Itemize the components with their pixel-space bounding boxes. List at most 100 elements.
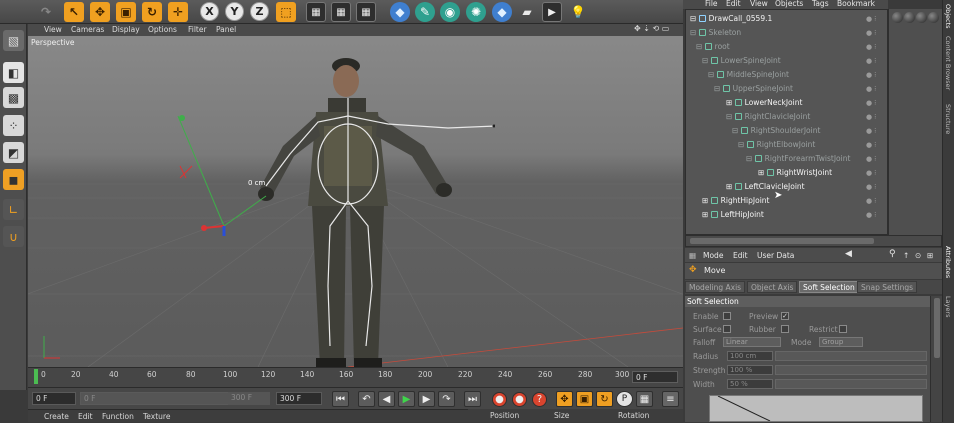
coordinate-system-icon[interactable]: ⬚ (276, 2, 296, 22)
strength-field[interactable]: 100 % (727, 365, 773, 375)
tree-item[interactable]: ⊟ DrawCall_0559.1 (690, 12, 772, 26)
render-picture-viewer-icon[interactable]: ▦ (331, 2, 351, 22)
visibility-dots-column[interactable]: ●⁝ ●⁝ ●⁝ ●⁝ ●⁝ ●⁝ ●⁝ ●⁝ ●⁝ ●⁝ ●⁝ ●⁝ ●⁝ ●⁝ ●⁝ (866, 12, 886, 222)
strength-slider[interactable] (775, 365, 927, 375)
subdivision-surface-icon[interactable]: ◉ (440, 2, 460, 22)
record-active-button[interactable]: ● (492, 392, 507, 407)
tree-item[interactable]: ⊟ RightClavicleJoint (726, 110, 810, 124)
key-pla-button[interactable]: ▦ (636, 391, 653, 407)
redo-icon[interactable]: ↷ (36, 2, 56, 22)
expand-icon[interactable]: ⊞ (702, 210, 711, 219)
tree-item[interactable]: ⊞ RightHipJoint (702, 194, 769, 208)
viewport-nav-icons[interactable]: ✥ ⇣ ⟲ ▭ (634, 24, 669, 33)
y-axis-lock-button[interactable]: Y (225, 2, 244, 21)
obj-menu-bookmark[interactable]: Bookmark (837, 0, 875, 8)
side-tab-content-browser[interactable]: Content Browser (944, 36, 952, 90)
expand-icon[interactable]: ⊟ (708, 70, 717, 79)
width-field[interactable]: 50 % (727, 379, 773, 389)
tree-item[interactable]: ⊞ LowerNeckJoint (726, 96, 802, 110)
character-model[interactable] (258, 58, 452, 367)
up-arrow-icon[interactable]: ↑ (903, 251, 909, 260)
x-axis-lock-button[interactable]: X (200, 2, 219, 21)
timeline-menu-button[interactable]: ≡ (662, 391, 679, 407)
obj-menu-view[interactable]: View (750, 0, 768, 8)
array-generator-icon[interactable]: ✺ (466, 2, 486, 22)
tab-object-axis[interactable]: Object Axis (747, 281, 798, 293)
model-mode-icon[interactable]: ◧ (3, 62, 24, 83)
key-rotation-button[interactable]: ↻ (596, 391, 613, 407)
rotate-tool-icon[interactable]: ↻ (142, 2, 162, 22)
side-tab-layers[interactable]: Layers (944, 296, 952, 318)
axis-mode-icon[interactable]: ∟ (3, 199, 24, 220)
viewport-menu-filter[interactable]: Filter (188, 25, 207, 34)
deformer-icon[interactable]: ◆ (492, 2, 512, 22)
tree-item[interactable]: ⊞ LeftHipJoint (702, 208, 764, 222)
key-position-button[interactable]: ✥ (556, 391, 573, 407)
scrollbar-thumb[interactable] (934, 298, 940, 358)
viewport-menu-cameras[interactable]: Cameras (71, 25, 104, 34)
attr-menu-edit[interactable]: Edit (733, 251, 748, 260)
next-key-button[interactable]: ↷ (438, 391, 455, 407)
tree-item[interactable]: ⊟ RightForearmTwistJoint (746, 152, 850, 166)
current-frame-field[interactable]: 0 F (632, 371, 678, 383)
viewport-menu-panel[interactable]: Panel (216, 25, 236, 34)
obj-menu-file[interactable]: File (705, 0, 718, 8)
tree-item[interactable]: ⊟ RightElbowJoint (738, 138, 815, 152)
attributes-scrollbar[interactable] (930, 296, 942, 422)
rubber-checkbox[interactable] (781, 325, 789, 333)
polygons-mode-icon[interactable]: ◼ (3, 169, 24, 190)
spline-pen-icon[interactable]: ✎ (415, 2, 435, 22)
material-tag-icon[interactable] (892, 12, 903, 23)
viewport-menu-view[interactable]: View (44, 25, 62, 34)
tree-item[interactable]: ⊟ RightShoulderJoint (732, 124, 820, 138)
expand-icon[interactable]: ⊟ (746, 154, 755, 163)
side-tab-structure[interactable]: Structure (944, 104, 952, 134)
side-tab-objects[interactable]: Objects (944, 4, 952, 29)
tab-snap-settings[interactable]: Snap Settings (857, 281, 918, 293)
material-menu-create[interactable]: Create (44, 412, 69, 421)
tab-modeling-axis[interactable]: Modeling Axis (685, 281, 746, 293)
play-button[interactable]: ▶ (398, 391, 415, 407)
search-icon[interactable]: ⚲ (889, 249, 896, 259)
expand-icon[interactable]: ⊟ (690, 28, 699, 37)
snap-magnet-icon[interactable]: ∪ (3, 226, 24, 247)
new-window-icon[interactable]: ⊞ (927, 251, 933, 260)
expand-icon[interactable]: ⊟ (726, 112, 735, 121)
range-end-field[interactable]: 300 F (228, 392, 270, 405)
key-scale-button[interactable]: ▣ (576, 391, 593, 407)
prev-key-button[interactable]: ↶ (358, 391, 375, 407)
expand-icon[interactable]: ⊟ (732, 126, 741, 135)
radius-field[interactable]: 100 cm (727, 351, 773, 361)
expand-icon[interactable]: ⊞ (758, 168, 767, 177)
goto-end-button[interactable]: ⏭ (464, 391, 481, 407)
material-menu-function[interactable]: Function (102, 412, 134, 421)
falloff-dropdown[interactable]: Linear (723, 337, 781, 347)
material-menu-edit[interactable]: Edit (78, 412, 93, 421)
points-mode-icon[interactable]: ⁘ (3, 115, 24, 136)
render-view-icon[interactable]: ▦ (306, 2, 326, 22)
attr-menu-userdata[interactable]: User Data (757, 251, 794, 260)
lock-icon[interactable]: ⊙ (915, 251, 921, 260)
obj-menu-edit[interactable]: Edit (726, 0, 741, 8)
tree-item[interactable]: ⊟ Skeleton (690, 26, 741, 40)
attr-menu-mode[interactable]: Mode (703, 251, 723, 260)
tree-item[interactable]: ⊟ MiddleSpineJoint (708, 68, 789, 82)
enable-checkbox[interactable] (723, 312, 731, 320)
mode-dropdown[interactable]: Group (819, 337, 863, 347)
render-settings-icon[interactable]: ▦ (356, 2, 376, 22)
expand-icon[interactable]: ⊟ (714, 84, 723, 93)
material-tag-icon[interactable] (916, 12, 927, 23)
next-frame-button[interactable]: ▶ (418, 391, 435, 407)
viewport-perspective[interactable]: View Cameras Display Options Filter Pane… (28, 24, 683, 367)
width-slider[interactable] (775, 379, 927, 389)
obj-menu-objects[interactable]: Objects (775, 0, 803, 8)
viewport-menu-display[interactable]: Display (112, 25, 140, 34)
tree-item[interactable]: ⊟ UpperSpineJoint (714, 82, 793, 96)
preview-checkbox[interactable]: ✓ (781, 312, 789, 320)
expand-icon[interactable]: ⊟ (702, 56, 711, 65)
expand-icon[interactable]: ⊟ (738, 140, 747, 149)
floor-scene-icon[interactable]: ▰ (517, 2, 537, 22)
falloff-graph[interactable] (709, 395, 923, 422)
edges-mode-icon[interactable]: ◩ (3, 142, 24, 163)
goto-start-button[interactable]: ⏮ (332, 391, 349, 407)
